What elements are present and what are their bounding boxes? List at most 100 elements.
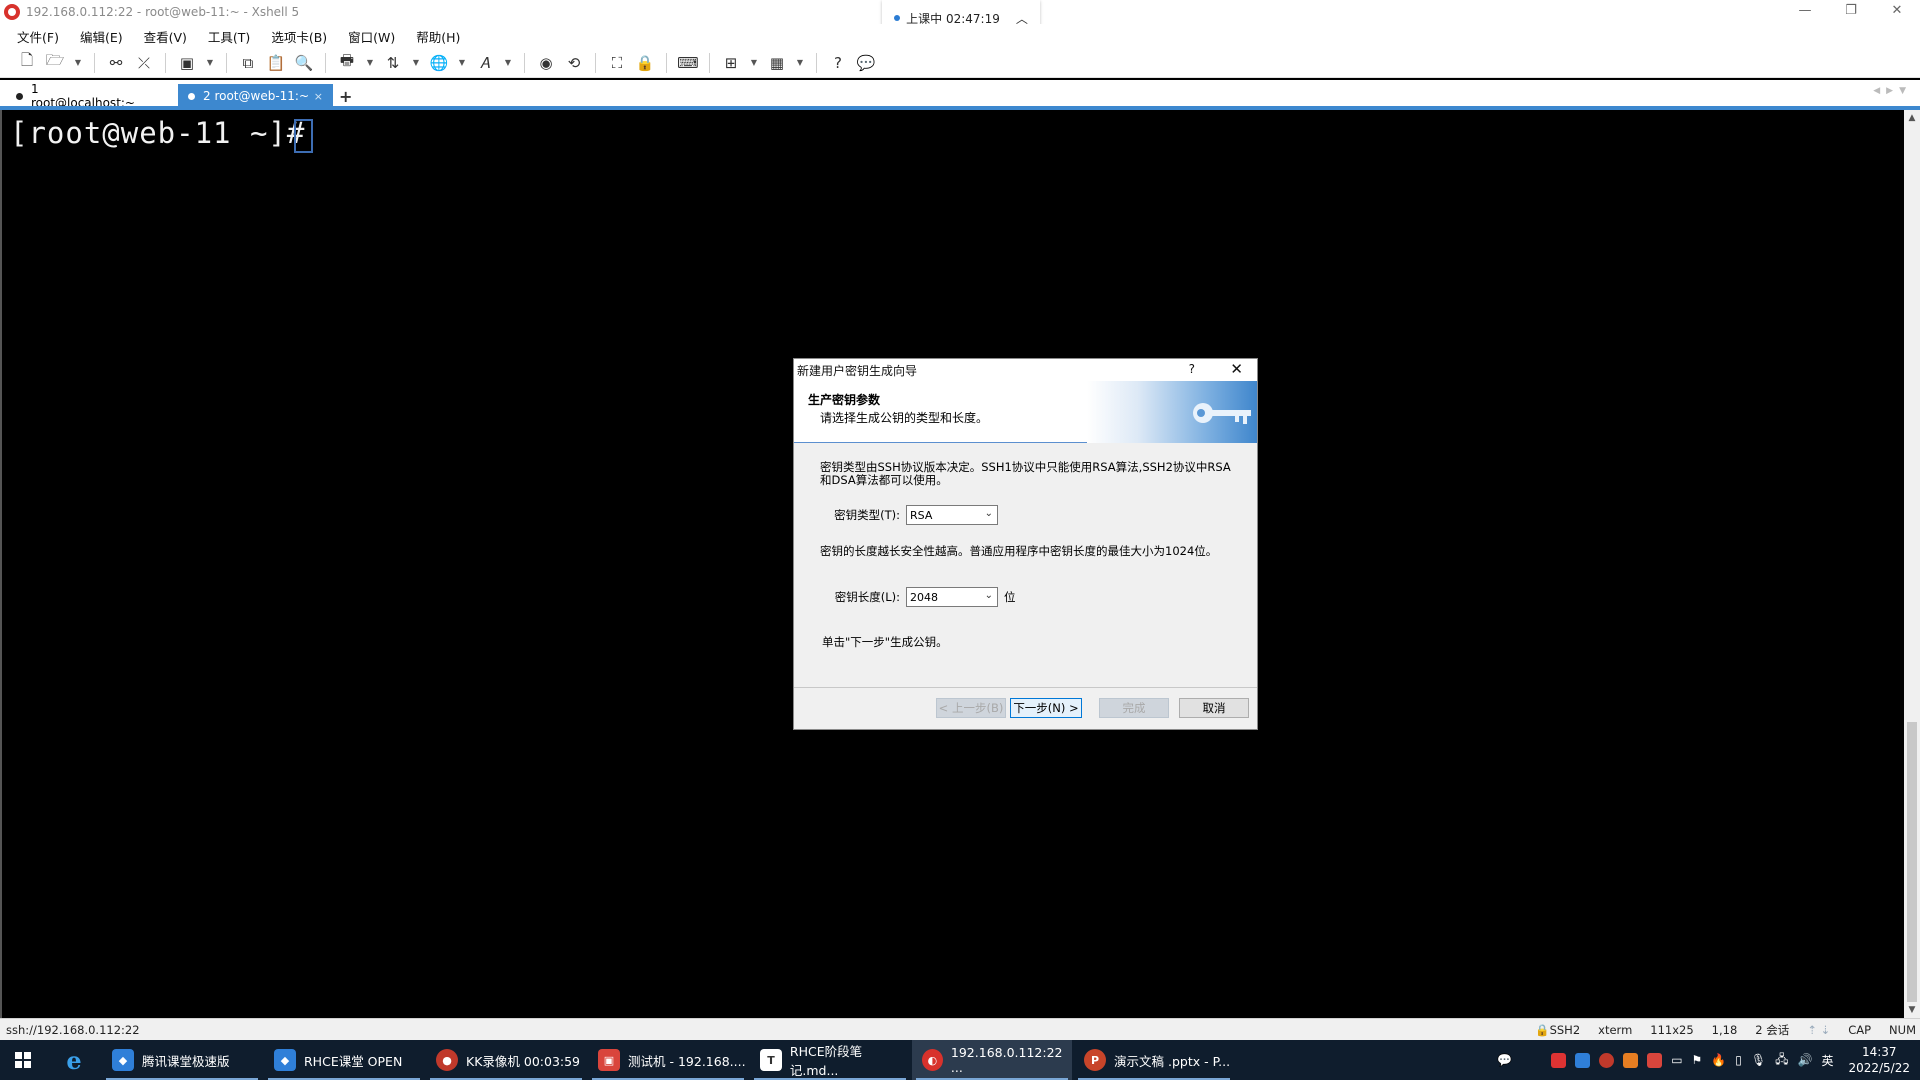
restore-button[interactable]: ❐ <box>1828 0 1874 20</box>
add-tab-icon[interactable]: ⊞ <box>720 52 742 74</box>
dialog-footer: < 上一步(B) 下一步(N) > 完成 取消 <box>794 687 1257 729</box>
help-icon[interactable]: ? <box>827 52 849 74</box>
dropdown-arrow-icon[interactable]: ▼ <box>502 52 514 74</box>
dropdown-arrow-icon[interactable]: ▼ <box>456 52 468 74</box>
menu-view[interactable]: 查看(V) <box>141 26 190 47</box>
taskbar-item-tencent-class[interactable]: ◆ 腾讯课堂极速版 <box>102 1040 262 1080</box>
chat-icon[interactable]: 💬 <box>855 52 877 74</box>
copy-icon[interactable]: ⧉ <box>237 52 259 74</box>
tab-session-2[interactable]: 2 root@web-11:~ × <box>178 84 333 108</box>
notification-chat-icon[interactable]: 💬 <box>1497 1053 1512 1067</box>
scroll-up-arrow-icon[interactable]: ▲ <box>1904 110 1920 126</box>
menu-tools[interactable]: 工具(T) <box>205 26 253 47</box>
close-window-button[interactable]: ✕ <box>1874 0 1920 20</box>
tray-app-icon[interactable] <box>1551 1052 1567 1068</box>
layout-icon[interactable]: ▦ <box>766 52 788 74</box>
taskbar-item-test-vm[interactable]: ▣ 测试机 - 192.168.... <box>588 1040 748 1080</box>
session-tab-bar: 1 root@localhost:~ 2 root@web-11:~ × + ◀… <box>0 80 1920 110</box>
dropdown-arrow-icon[interactable]: ▼ <box>794 52 806 74</box>
tray-flag-icon[interactable]: ⚑ <box>1692 1053 1703 1067</box>
dialog-help-button[interactable]: ? <box>1189 362 1195 376</box>
system-tray: 💬 ▭ ⚑ 🔥 ▯ 🎙 🖧 🔊 英 14:37 2022/5/22 <box>1497 1040 1920 1080</box>
xftp-icon[interactable]: ◉ <box>535 52 557 74</box>
menu-help[interactable]: 帮助(H) <box>413 26 463 47</box>
xshell-app-icon[interactable] <box>4 4 20 20</box>
volume-icon[interactable]: 🔊 <box>1798 1053 1813 1067</box>
disconnect-icon[interactable]: ⤫ <box>133 52 155 74</box>
taskbar-item-label: 测试机 - 192.168.... <box>628 1053 746 1069</box>
script-icon[interactable]: ⟲ <box>563 52 585 74</box>
tray-app-icon[interactable] <box>1575 1052 1591 1068</box>
new-session-icon[interactable]: 🗋 <box>16 51 38 74</box>
session-status-icon <box>188 92 195 100</box>
key-length-value: 2048 <box>910 590 938 604</box>
tray-flame-icon[interactable]: 🔥 <box>1711 1053 1726 1067</box>
close-tab-icon[interactable]: × <box>314 90 323 103</box>
taskbar-item-xshell[interactable]: ◐ 192.168.0.112:22 ... <box>912 1040 1072 1080</box>
chevron-down-icon: ⌄ <box>984 508 993 519</box>
finish-button[interactable]: 完成 <box>1099 698 1169 718</box>
taskbar-item-rhce-class[interactable]: ◆ RHCE课堂 OPEN <box>264 1040 424 1080</box>
clock[interactable]: 14:37 2022/5/22 <box>1848 1044 1910 1076</box>
add-tab-button[interactable]: + <box>339 84 352 108</box>
tray-app-icon[interactable] <box>1647 1052 1663 1068</box>
taskbar-item-kk-recorder[interactable]: ● KK录像机 00:03:59 <box>426 1040 586 1080</box>
transfer-icon[interactable]: ⇅ <box>382 52 404 74</box>
dropdown-arrow-icon[interactable]: ▼ <box>72 52 84 74</box>
tray-app-icon[interactable] <box>1599 1052 1615 1068</box>
microphone-icon[interactable]: 🎙 <box>1751 1053 1766 1067</box>
print-icon[interactable]: 🖶 <box>336 51 358 74</box>
key-length-label: 密钥长度(L): <box>834 590 900 604</box>
start-button[interactable] <box>0 1040 46 1080</box>
ie-browser-icon[interactable]: e <box>46 1040 102 1080</box>
tray-app-icon[interactable] <box>1623 1052 1639 1068</box>
tab-scroll-arrows-icon[interactable]: ◀▶▼ <box>1873 86 1912 96</box>
reconnect-icon[interactable]: ⚯ <box>105 52 127 74</box>
find-icon[interactable]: 🔍 <box>293 52 315 74</box>
scrollbar-thumb[interactable] <box>1907 722 1917 1002</box>
tencent-class-icon: ◆ <box>274 1049 296 1071</box>
dropdown-arrow-icon[interactable]: ▼ <box>364 52 376 74</box>
encoding-globe-icon[interactable]: 🌐 <box>428 52 450 74</box>
open-folder-icon[interactable]: 🗁 <box>44 51 66 74</box>
keyboard-icon[interactable]: ⌨ <box>677 52 699 74</box>
tray-window-icon[interactable]: ▭ <box>1671 1053 1682 1067</box>
menu-file[interactable]: 文件(F) <box>14 26 62 47</box>
key-type-select[interactable]: RSA ⌄ <box>906 505 998 525</box>
toolbar-divider <box>94 52 95 73</box>
session-count: 2 会话 <box>1755 1023 1790 1037</box>
key-length-select[interactable]: 2048 ⌄ <box>906 587 998 607</box>
next-button[interactable]: 下一步(N) > <box>1010 698 1082 718</box>
toolbar-divider <box>595 52 596 73</box>
key-length-description: 密钥的长度越长安全性越高。普通应用程序中密钥长度的最佳大小为1024位。 <box>820 544 1218 558</box>
font-icon[interactable]: 𝐴 <box>474 52 496 74</box>
taskbar-item-typora[interactable]: T RHCE阶段笔记.md... <box>750 1040 910 1080</box>
terminal-cursor <box>294 119 313 153</box>
menu-window[interactable]: 窗口(W) <box>345 26 398 47</box>
dropdown-arrow-icon[interactable]: ▼ <box>204 52 216 74</box>
minimize-button[interactable]: — <box>1782 0 1828 20</box>
lock-icon[interactable]: 🔒 <box>634 52 656 74</box>
clock-date: 2022/5/22 <box>1848 1061 1910 1075</box>
live-dot-icon <box>894 15 901 21</box>
terminal-type: xterm <box>1598 1023 1633 1037</box>
cancel-button[interactable]: 取消 <box>1179 698 1249 718</box>
properties-icon[interactable]: ▣ <box>176 52 198 74</box>
back-button[interactable]: < 上一步(B) <box>936 698 1006 718</box>
fullscreen-icon[interactable]: ⛶ <box>606 52 628 74</box>
windows-logo-icon <box>15 1052 31 1068</box>
terminal-scrollbar[interactable]: ▲ ▼ <box>1904 110 1920 1018</box>
ime-indicator[interactable]: 英 <box>1821 1052 1833 1069</box>
dropdown-arrow-icon[interactable]: ▼ <box>748 52 760 74</box>
menu-edit[interactable]: 编辑(E) <box>77 26 126 47</box>
menu-tabs[interactable]: 选项卡(B) <box>268 26 330 47</box>
dialog-close-button[interactable]: ✕ <box>1230 360 1243 378</box>
network-icon[interactable]: 🖧 <box>1775 1050 1788 1071</box>
paste-icon[interactable]: 📋 <box>265 52 287 74</box>
dropdown-arrow-icon[interactable]: ▼ <box>410 52 422 74</box>
tab-session-1[interactable]: 1 root@localhost:~ <box>6 82 156 110</box>
battery-icon[interactable]: ▯ <box>1735 1053 1742 1067</box>
taskbar-item-powerpoint[interactable]: P 演示文稿 .pptx - P... <box>1074 1040 1234 1080</box>
scroll-down-arrow-icon[interactable]: ▼ <box>1904 1002 1920 1018</box>
key-type-description: 密钥类型由SSH协议版本决定。SSH1协议中只能使用RSA算法,SSH2协议中R… <box>820 460 1231 487</box>
